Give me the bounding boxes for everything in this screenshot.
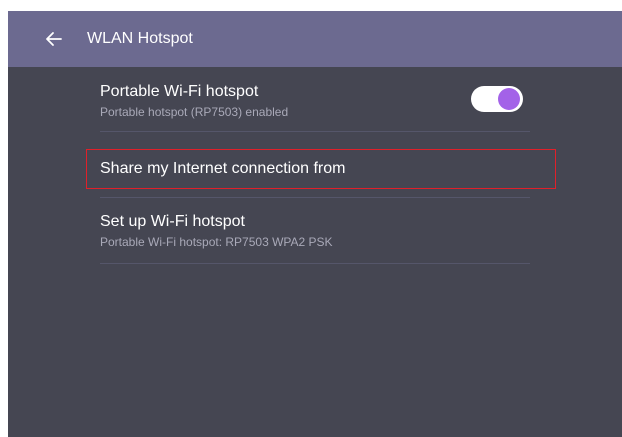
setting-portable-hotspot[interactable]: Portable Wi-Fi hotspot Portable hotspot … [100,82,532,120]
setting-share-connection[interactable]: Share my Internet connection from [100,159,532,179]
hotspot-toggle[interactable] [471,86,523,112]
setting-title: Portable Wi-Fi hotspot [100,83,259,100]
setting-setup-hotspot[interactable]: Set up Wi-Fi hotspot Portable Wi-Fi hots… [100,212,532,250]
setting-subtitle: Portable Wi-Fi hotspot: RP7503 WPA2 PSK [100,235,333,249]
back-button[interactable] [42,27,66,51]
setting-subtitle: Portable hotspot (RP7503) enabled [100,105,289,119]
settings-screen: WLAN Hotspot Portable Wi-Fi hotspot Port… [8,11,622,437]
toggle-knob [498,88,520,110]
app-bar: WLAN Hotspot [8,11,622,67]
arrow-left-icon [46,32,62,46]
divider [100,197,530,198]
divider [100,131,530,132]
setting-title: Share my Internet connection from [100,160,346,177]
page-title: WLAN Hotspot [87,30,193,47]
setting-title: Set up Wi-Fi hotspot [100,213,245,230]
divider [100,263,530,264]
